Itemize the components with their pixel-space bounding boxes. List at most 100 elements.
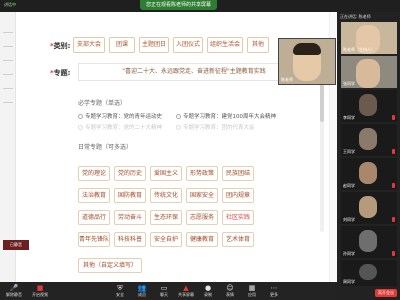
- participant-name: 刘同学: [343, 217, 355, 222]
- participant-tile[interactable]: 周同学: [341, 260, 397, 286]
- mute-badge: 已静音: [3, 240, 29, 250]
- category-option[interactable]: 主题团日: [139, 37, 169, 53]
- chat-icon: ▭: [160, 284, 168, 292]
- participant-tile[interactable]: 刘同学: [341, 192, 397, 224]
- strip-line: [3, 74, 13, 75]
- category-option[interactable]: 入团仪式: [173, 37, 203, 53]
- participant-tile[interactable]: 王同学: [341, 124, 397, 156]
- daily-option[interactable]: 劳动奋斗: [114, 210, 146, 225]
- muted-mic-icon: [392, 251, 395, 256]
- more-button[interactable]: ⋯ 更多: [264, 284, 284, 298]
- topic-label: *专题:: [50, 69, 71, 77]
- participant-name: 赵同学: [343, 183, 355, 188]
- daily-option[interactable]: 健康教育: [186, 232, 218, 247]
- avatar: [359, 94, 377, 116]
- daily-option[interactable]: 团内规章: [222, 188, 254, 203]
- avatar: [359, 264, 377, 280]
- participant-tile[interactable]: 陈老师（主持人）: [341, 22, 397, 54]
- daily-topic-title: 日常专题（可多选）: [78, 144, 133, 151]
- strip-line: [3, 60, 13, 61]
- mic-button[interactable]: 🎤 解除静音: [4, 284, 24, 298]
- apps-button[interactable]: ▦ 应用: [242, 284, 262, 298]
- avatar: [359, 230, 377, 252]
- daily-option[interactable]: 法治教育: [78, 188, 110, 203]
- strip-line: [3, 88, 13, 89]
- daily-option[interactable]: 党的理论: [78, 166, 110, 181]
- category-option[interactable]: 支部大会: [73, 37, 105, 53]
- daily-option-other[interactable]: 其他（自定义填写）: [78, 258, 142, 273]
- category-option[interactable]: 其他: [247, 37, 269, 53]
- strip-line: [3, 102, 13, 103]
- participant-tile[interactable]: 孙同学: [341, 226, 397, 258]
- daily-option[interactable]: 民族团结: [222, 166, 254, 181]
- daily-option[interactable]: 艺术体育: [222, 232, 254, 247]
- daily-option[interactable]: 国家安全: [186, 188, 218, 203]
- daily-option[interactable]: 志愿服务: [186, 210, 218, 225]
- share-icon: ▲: [183, 284, 189, 292]
- participant-tile[interactable]: 张同学: [341, 56, 397, 88]
- category-label: *类别:: [50, 42, 71, 50]
- participant-name: 陈老师（主持人）: [343, 47, 375, 52]
- participants-button[interactable]: 👥 成员: [132, 284, 152, 298]
- participants-icon: 👥: [137, 284, 147, 292]
- apps-icon: ▦: [248, 284, 256, 292]
- daily-option[interactable]: 党的历史: [114, 166, 146, 181]
- muted-mic-icon: [392, 149, 395, 154]
- share-button[interactable]: ▲ 共享屏幕: [176, 284, 196, 298]
- daily-option[interactable]: 形势政策: [186, 166, 218, 181]
- topic-input[interactable]: "喜迎二十大、永远跟党走、奋进新征程"主题教育实践: [78, 63, 310, 81]
- security-button[interactable]: ⛨ 安全: [110, 284, 130, 298]
- muted-mic-icon: [392, 115, 395, 120]
- daily-option[interactable]: 道德品行: [78, 210, 110, 225]
- required-topic-title: 必学专题（单选）: [78, 100, 127, 107]
- required-option[interactable]: 专题学习教育：党的二十大精神: [78, 123, 162, 131]
- camera-button[interactable]: ■ 开启视频: [30, 284, 50, 298]
- mic-icon: 🎤: [9, 284, 19, 292]
- more-icon: ⋯: [270, 284, 278, 292]
- avatar: [359, 162, 377, 184]
- record-button[interactable]: ● 录制: [198, 284, 218, 298]
- participant-face: [356, 59, 380, 88]
- category-option[interactable]: 团课: [109, 37, 135, 53]
- muted-mic-icon: [392, 183, 395, 188]
- radio-circle-icon: [78, 125, 83, 130]
- daily-option[interactable]: 安全自护: [150, 232, 182, 247]
- reaction-icon: ☺: [226, 284, 234, 292]
- speaker-hair: [293, 43, 321, 55]
- category-option[interactable]: 组织生活会: [207, 37, 243, 53]
- daily-option[interactable]: 传统文化: [150, 188, 182, 203]
- radio-circle-icon: [176, 125, 181, 130]
- participant-tile[interactable]: 赵同学: [341, 158, 397, 190]
- participant-name: 李同学: [343, 115, 355, 120]
- daily-option[interactable]: 生态环保: [150, 210, 182, 225]
- avatar: [359, 128, 377, 150]
- security-icon: ⛨: [117, 284, 123, 292]
- strip-line: [3, 46, 13, 47]
- daily-option[interactable]: 爱国主义: [150, 166, 182, 181]
- strip-line: [3, 32, 13, 33]
- avatar: [359, 196, 377, 218]
- muted-mic-icon: [392, 217, 395, 222]
- participant-tile[interactable]: 李同学: [341, 90, 397, 122]
- camera-icon: ■: [36, 284, 44, 292]
- required-option[interactable]: 专题学习教育：党的青年运动史: [78, 112, 162, 120]
- required-option[interactable]: 专题学习教育：建党100周年大会精神: [176, 112, 276, 120]
- participant-name: 王同学: [343, 149, 355, 154]
- main-video-name: 陈老师: [281, 77, 293, 82]
- daily-option[interactable]: 社区实践: [222, 210, 254, 225]
- leave-meeting-button[interactable]: 离开会议: [375, 289, 397, 297]
- participant-name: 张同学: [343, 81, 355, 86]
- participant-name: 周同学: [343, 279, 355, 284]
- record-icon: ●: [204, 284, 212, 292]
- share-banner[interactable]: 您正在观看陈老师的共享屏幕: [140, 0, 218, 10]
- participant-name: 孙同学: [343, 251, 355, 256]
- reaction-button[interactable]: ☺ 表情: [220, 284, 240, 298]
- daily-option[interactable]: 青年先锋队: [78, 232, 110, 247]
- daily-option[interactable]: 科技科普: [114, 232, 146, 247]
- chat-button[interactable]: ▭ 聊天: [154, 284, 174, 298]
- main-video-tile[interactable]: 陈老师: [278, 38, 336, 85]
- radio-circle-icon: [78, 114, 83, 119]
- required-option[interactable]: 专题学习教育：团的代表大会: [176, 123, 255, 131]
- daily-option[interactable]: 国防教育: [114, 188, 146, 203]
- speaker-indicator: 讲话中: [4, 2, 16, 7]
